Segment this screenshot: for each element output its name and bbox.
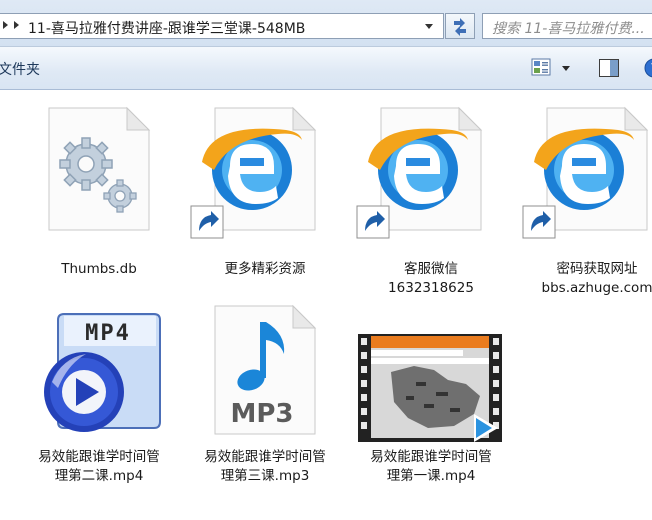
breadcrumb[interactable]: 11-喜马拉雅付费讲座-跟谁学三堂课-548MB [0, 13, 444, 39]
file-list: Thumbs.db 更多精彩资源 客服微信 1632318625 密码获取网址 … [0, 90, 652, 520]
search-placeholder: 搜索 11-喜马拉雅付费... [492, 21, 645, 37]
view-options-dropdown-icon[interactable] [562, 66, 570, 71]
file-name: 易效能跟谁学时间管 理第三课.mp3 [204, 449, 326, 484]
breadcrumb-separator-icon[interactable] [14, 21, 19, 29]
file-item-thumbs-db[interactable]: Thumbs.db [24, 100, 174, 285]
ie-shortcut-icon [190, 106, 317, 239]
file-item-password-url[interactable]: 密码获取网址 bbs.azhuge.com [522, 100, 652, 300]
address-bar: 11-喜马拉雅付费讲座-跟谁学三堂课-548MB 搜索 11-喜马拉雅付费... [0, 0, 652, 47]
settings-file-icon [48, 106, 151, 231]
search-input[interactable]: 搜索 11-喜马拉雅付费... [482, 13, 652, 39]
ie-shortcut-icon [522, 106, 649, 239]
mp4-badge-text: MP4 [85, 321, 131, 346]
change-view-icon[interactable] [531, 58, 551, 76]
file-item-lesson3-mp3[interactable]: MP3 易效能跟谁学时间管 理第三课.mp3 [190, 302, 340, 502]
new-folder-button[interactable]: 文件夹 [0, 59, 40, 79]
file-name: 易效能跟谁学时间管 理第二课.mp4 [38, 449, 160, 484]
file-name: 易效能跟谁学时间管 理第一课.mp4 [370, 449, 492, 484]
file-item-lesson1-mp4[interactable]: 易效能跟谁学时间管 理第一课.mp4 [356, 302, 506, 502]
address-history-dropdown-icon[interactable] [425, 24, 433, 29]
breadcrumb-current-folder[interactable]: 11-喜马拉雅付费讲座-跟谁学三堂课-548MB [28, 18, 305, 38]
file-name: Thumbs.db [61, 261, 137, 277]
breadcrumb-separator-icon[interactable] [3, 21, 8, 29]
mp3-file-icon: MP3 [214, 304, 317, 435]
file-name: 密码获取网址 bbs.azhuge.com [541, 261, 652, 296]
command-bar: 文件夹 ? [0, 47, 652, 90]
video-thumbnail-icon [358, 334, 502, 442]
mp4-file-icon: MP4 [44, 313, 161, 432]
file-name: 更多精彩资源 [224, 261, 306, 277]
refresh-icon [454, 18, 466, 36]
refresh-button[interactable] [445, 13, 475, 39]
preview-pane-icon[interactable] [598, 57, 620, 79]
ie-shortcut-icon [356, 106, 483, 239]
file-item-customer-service[interactable]: 客服微信 1632318625 [356, 100, 506, 300]
mp3-badge-text: MP3 [230, 399, 293, 429]
file-item-lesson2-mp4[interactable]: MP4 易效能跟谁学时间管 理第二课.mp4 [24, 302, 174, 502]
file-item-more-resources[interactable]: 更多精彩资源 [190, 100, 340, 285]
help-icon[interactable]: ? [643, 57, 652, 79]
file-name: 客服微信 1632318625 [388, 261, 474, 296]
